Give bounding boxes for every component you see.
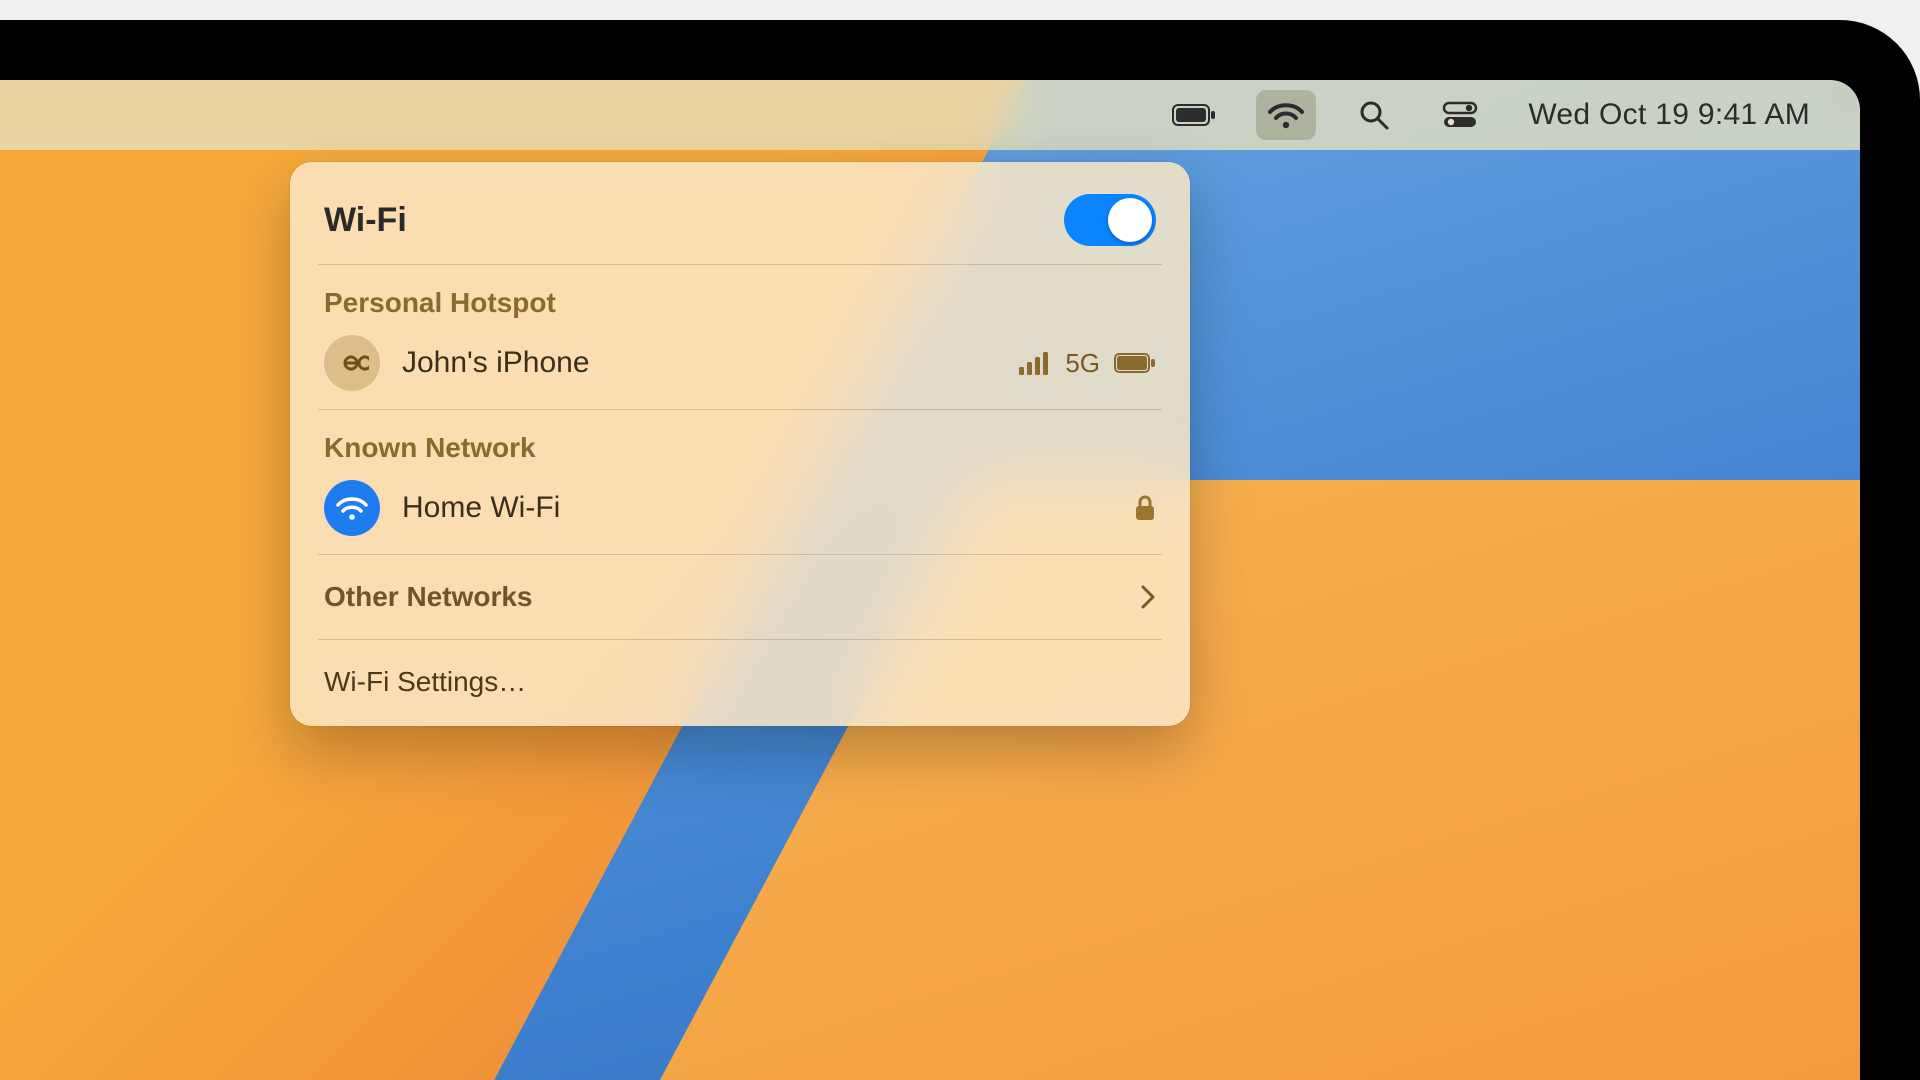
signal-bars-icon (1019, 351, 1051, 375)
other-networks-row[interactable]: Other Networks (290, 563, 1190, 631)
wifi-toggle[interactable] (1064, 194, 1156, 246)
lock-icon (1134, 494, 1156, 522)
divider (318, 554, 1162, 555)
hotspot-meta: 5G (1019, 348, 1156, 379)
hotspot-section-label: Personal Hotspot (290, 273, 1190, 325)
divider (318, 409, 1162, 410)
spotlight-search-icon[interactable] (1346, 90, 1402, 140)
hotspot-network-type: 5G (1065, 348, 1100, 379)
menubar-clock[interactable]: Wed Oct 19 9:41 AM (1518, 98, 1820, 132)
hotspot-link-icon (324, 335, 380, 391)
divider (318, 639, 1162, 640)
menubar: Wed Oct 19 9:41 AM (0, 80, 1860, 150)
chevron-right-icon (1140, 584, 1156, 610)
laptop-frame: Wed Oct 19 9:41 AM Wi-Fi Personal Hotspo… (0, 20, 1920, 1080)
hotspot-battery-icon (1114, 353, 1156, 373)
control-center-icon[interactable] (1432, 90, 1488, 140)
known-section-label: Known Network (290, 418, 1190, 470)
divider (318, 264, 1162, 265)
wifi-dropdown-panel: Wi-Fi Personal Hotspot John's iPhone (290, 162, 1190, 726)
screen: Wed Oct 19 9:41 AM Wi-Fi Personal Hotspo… (0, 80, 1860, 1080)
known-network-name: Home Wi-Fi (402, 491, 1112, 525)
wifi-panel-title: Wi-Fi (324, 201, 1064, 240)
hotspot-name: John's iPhone (402, 346, 997, 380)
known-network-item[interactable]: Home Wi-Fi (290, 470, 1190, 546)
wifi-settings-row[interactable]: Wi-Fi Settings… (290, 648, 1190, 716)
wifi-header-row: Wi-Fi (290, 184, 1190, 256)
wifi-connected-icon (324, 480, 380, 536)
wifi-toggle-knob (1108, 198, 1152, 242)
battery-status-icon[interactable] (1162, 90, 1226, 140)
other-networks-label: Other Networks (324, 581, 533, 613)
wifi-status-icon[interactable] (1256, 90, 1316, 140)
hotspot-item[interactable]: John's iPhone 5G (290, 325, 1190, 401)
wifi-settings-label: Wi-Fi Settings… (324, 666, 526, 698)
known-network-meta (1134, 494, 1156, 522)
